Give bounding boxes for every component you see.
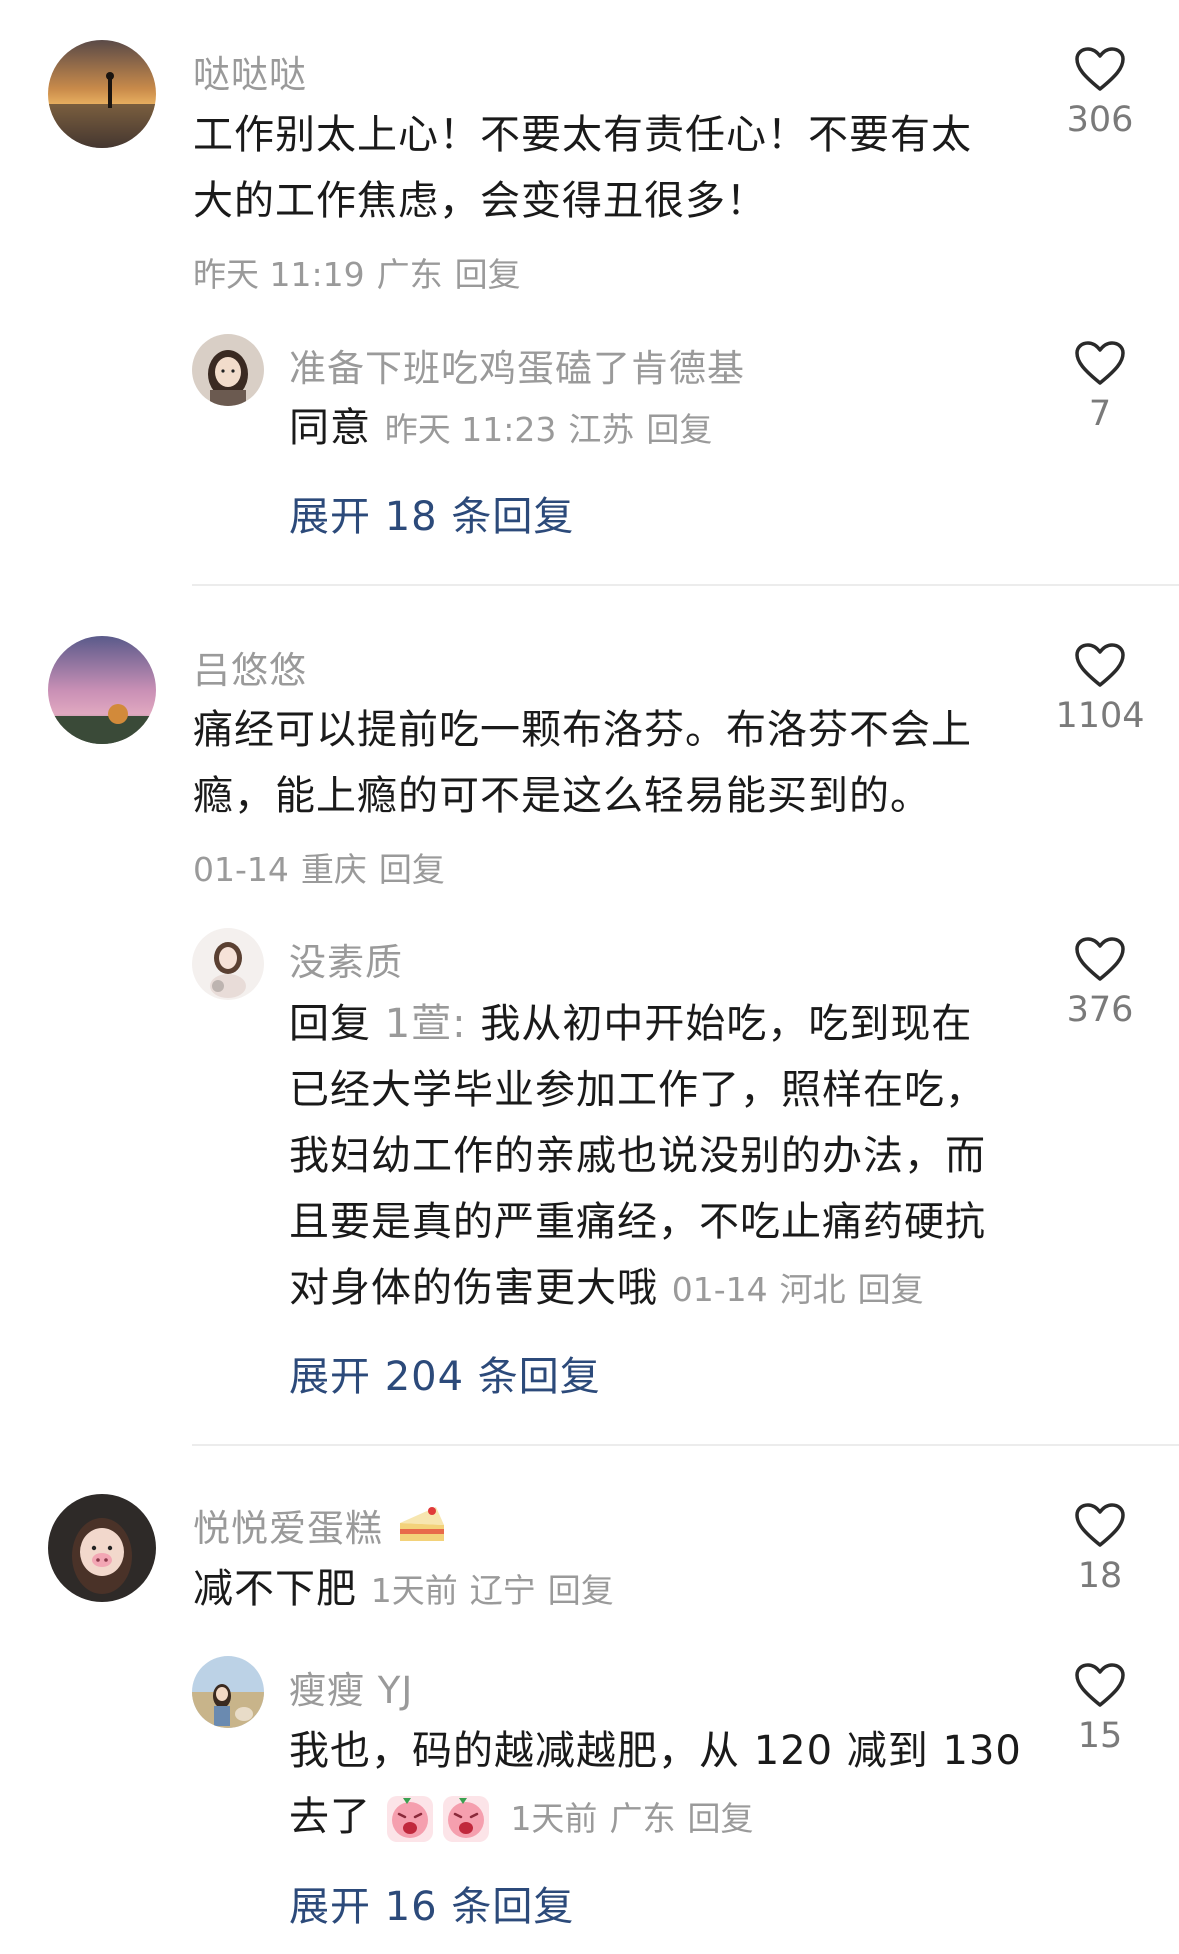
reply-mention[interactable]: 1萱: — [385, 1001, 467, 1047]
reply-text-line: 已经大学毕业参加工作了，照样在吃， — [289, 1067, 986, 1113]
avatar[interactable] — [192, 928, 264, 1000]
comment-location: 辽宁 — [469, 1571, 536, 1610]
avatar[interactable] — [192, 334, 264, 406]
divider — [192, 1444, 1179, 1446]
comment-location: 广东 — [376, 255, 443, 294]
heart-icon — [1075, 1663, 1125, 1707]
reply-text-last: 去了 — [289, 1794, 371, 1840]
comment-meta: 1天前 辽宁 回复 — [371, 1571, 626, 1610]
comment-meta: 昨天 11:19 广东 回复 — [193, 248, 533, 296]
like-button[interactable]: 15 — [1040, 1662, 1160, 1756]
like-count: 306 — [1066, 100, 1134, 140]
heart-icon — [1075, 643, 1125, 687]
expand-replies-button[interactable]: 展开 16 条回复 — [289, 1874, 574, 1932]
reply-username[interactable]: 准备下班吃鸡蛋磕了肯德基 — [289, 338, 745, 392]
reply-time: 1天前 — [510, 1799, 598, 1838]
like-button[interactable]: 306 — [1040, 46, 1160, 140]
comment-username-text: 悦悦爱蛋糕 — [193, 1507, 383, 1550]
like-count: 18 — [1077, 1556, 1123, 1596]
reply-meta: 1天前 广东 回复 — [510, 1799, 765, 1838]
reply-location: 河北 — [779, 1270, 846, 1309]
like-button[interactable]: 1104 — [1040, 642, 1160, 736]
like-button[interactable]: 376 — [1040, 936, 1160, 1030]
reply-text-line: 回复 1萱: 我从初中开始吃，吃到现在 — [289, 991, 986, 1057]
reply-text: 回复 1萱: 我从初中开始吃，吃到现在 已经大学毕业参加工作了，照样在吃， 我妇… — [289, 991, 986, 1323]
comment-text: 痛经可以提前吃一颗布洛芬。布洛芬不会上 瘾，能上瘾的可不是这么轻易能买到的。 — [193, 697, 972, 829]
reply-text-line: 去了 1天前 广东 回复 — [289, 1784, 1022, 1852]
reply-text: 同意 昨天 11:23 江苏 回复 — [289, 395, 724, 463]
reply-text-line: 我也，码的越减越肥，从 120 减到 130 — [289, 1728, 1022, 1774]
reply-meta: 昨天 11:23 江苏 回复 — [385, 410, 725, 449]
reply-meta: 01-14 河北 回复 — [672, 1270, 936, 1309]
crying-face-icon — [386, 1796, 433, 1842]
reply-time: 01-14 — [671, 1270, 768, 1309]
reply-button[interactable]: 回复 — [646, 410, 712, 449]
like-count: 1104 — [1055, 696, 1145, 736]
like-button[interactable]: 7 — [1040, 340, 1160, 434]
heart-icon — [1075, 937, 1125, 981]
reply-button[interactable]: 回复 — [858, 1270, 924, 1309]
comment-username[interactable]: 哒哒哒 — [193, 44, 307, 98]
reply-location: 广东 — [609, 1799, 676, 1838]
reply-body: 同意 — [289, 405, 371, 451]
like-count: 7 — [1088, 394, 1112, 434]
reply-button[interactable]: 回复 — [379, 850, 445, 889]
comment-location: 重庆 — [300, 850, 367, 889]
reply-text-line: 我妇幼工作的亲戚也说没别的办法，而 — [289, 1133, 986, 1179]
comment-text-line: 痛经可以提前吃一颗布洛芬。布洛芬不会上 — [193, 707, 972, 753]
avatar[interactable] — [48, 40, 156, 148]
like-button[interactable]: 18 — [1040, 1502, 1160, 1596]
reply-button[interactable]: 回复 — [687, 1799, 753, 1838]
like-count: 15 — [1077, 1716, 1123, 1756]
expand-replies-button[interactable]: 展开 18 条回复 — [289, 484, 574, 542]
comment-body: 减不下肥 — [193, 1566, 357, 1612]
comment-username[interactable]: 悦悦爱蛋糕 — [193, 1498, 448, 1552]
reply-button[interactable]: 回复 — [455, 255, 521, 294]
cake-icon — [399, 1507, 444, 1541]
reply-text-line: 且要是真的严重痛经，不吃止痛药硬抗 — [289, 1199, 986, 1245]
crying-face-icon — [442, 1796, 489, 1842]
comment-text: 减不下肥 1天前 辽宁 回复 — [193, 1556, 626, 1624]
reply-time: 昨天 11:23 — [384, 410, 557, 449]
comment-time: 01-14 — [193, 850, 289, 889]
comment-time: 1天前 — [370, 1571, 458, 1610]
heart-icon — [1075, 47, 1125, 91]
reply-text-line: 对身体的伤害更大哦 01-14 河北 回复 — [289, 1255, 986, 1323]
comment-text-line: 工作别太上心！不要太有责任心！不要有太 — [193, 112, 972, 158]
divider — [192, 584, 1179, 586]
avatar[interactable] — [48, 1494, 156, 1602]
comment-time: 昨天 11:19 — [193, 255, 365, 294]
avatar[interactable] — [192, 1656, 264, 1728]
avatar[interactable] — [48, 636, 156, 744]
reply-button[interactable]: 回复 — [548, 1571, 614, 1610]
reply-username[interactable]: 瘦瘦 YJ — [289, 1660, 413, 1714]
reply-prefix: 回复 — [289, 1001, 371, 1047]
comment-text-line: 瘾，能上瘾的可不是这么轻易能买到的。 — [193, 773, 931, 819]
reply-location: 江苏 — [568, 410, 635, 449]
comment-username[interactable]: 吕悠悠 — [193, 640, 307, 694]
reply-text-line: 我从初中开始吃，吃到现在 — [480, 1001, 973, 1047]
comment-text-line: 大的工作焦虑，会变得丑很多！ — [193, 178, 767, 224]
comment-text: 工作别太上心！不要太有责任心！不要有太 大的工作焦虑，会变得丑很多！ — [193, 102, 972, 234]
heart-icon — [1075, 341, 1125, 385]
reply-text: 我也，码的越减越肥，从 120 减到 130 去了 1天前 广东 回复 — [289, 1718, 1022, 1852]
comment-meta: 01-14 重庆 回复 — [193, 843, 457, 891]
reply-text-last: 对身体的伤害更大哦 — [289, 1265, 658, 1311]
like-count: 376 — [1066, 990, 1134, 1030]
expand-replies-button[interactable]: 展开 204 条回复 — [289, 1344, 601, 1402]
heart-icon — [1075, 1503, 1125, 1547]
reply-username[interactable]: 没素质 — [289, 932, 403, 986]
